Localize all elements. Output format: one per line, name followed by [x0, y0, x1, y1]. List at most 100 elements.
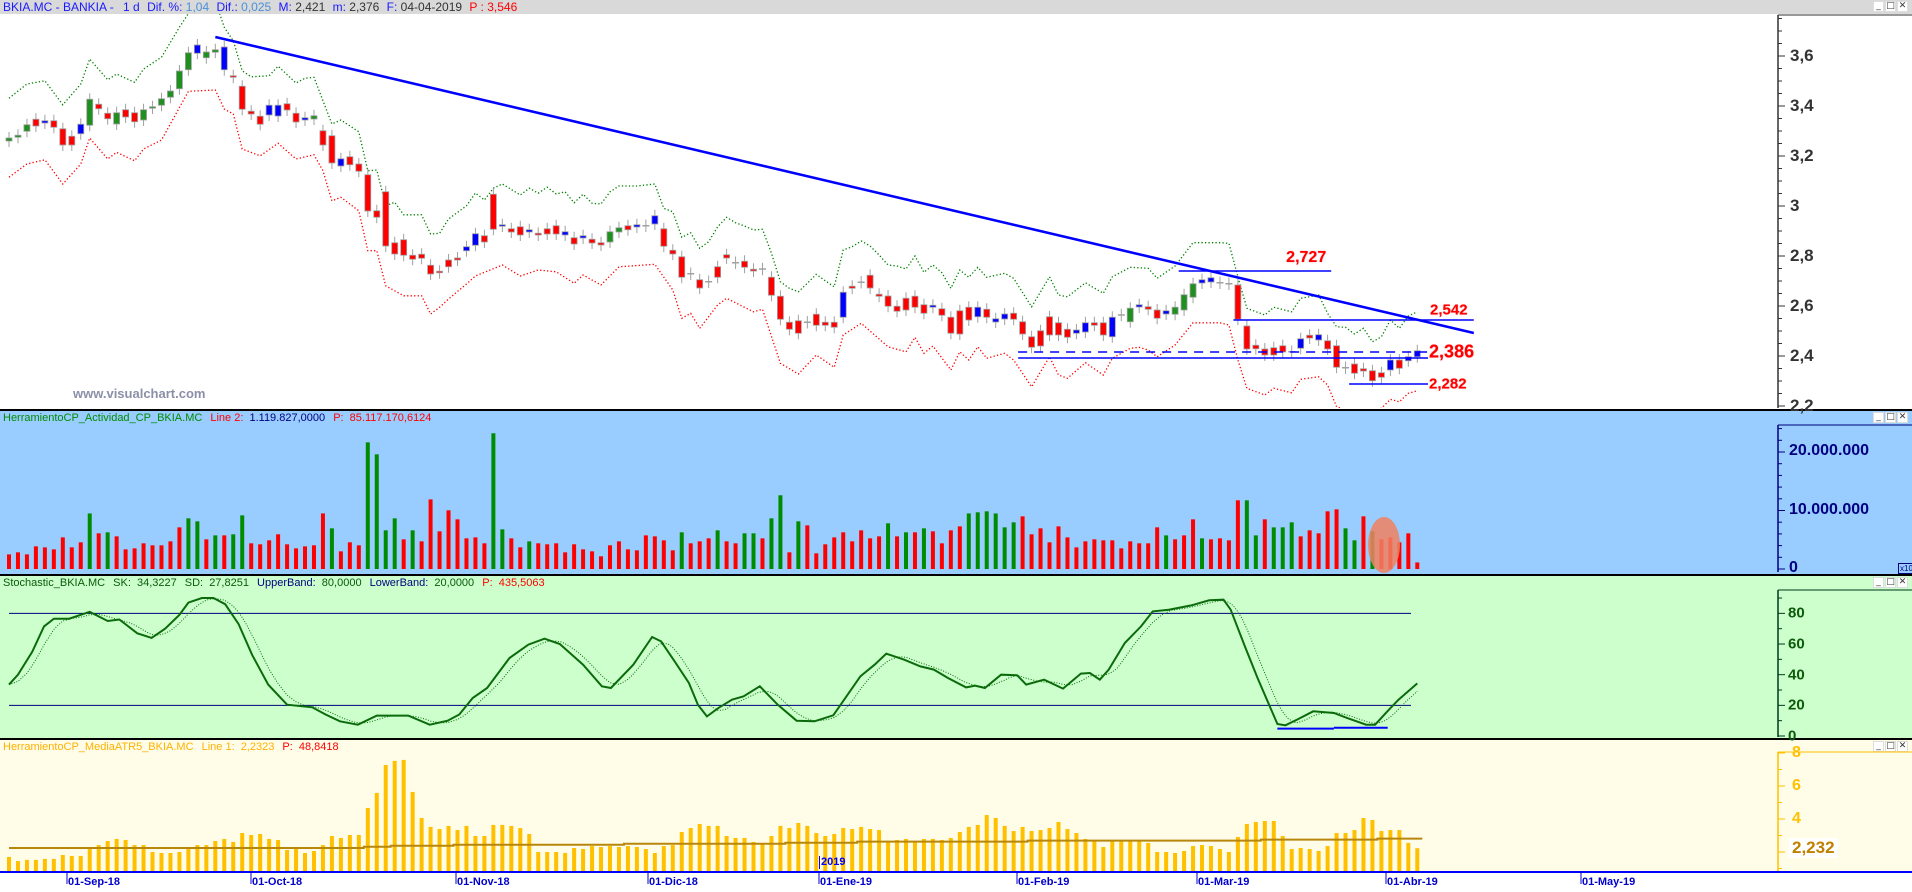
- volume-bar: [473, 537, 478, 569]
- candle-body: [1090, 322, 1098, 326]
- candlestick: [463, 240, 470, 257]
- candlestick: [167, 85, 174, 104]
- candle-body: [1010, 312, 1018, 320]
- candle-body: [875, 293, 883, 297]
- candle-body: [606, 231, 614, 243]
- volume-bar: [1137, 543, 1142, 569]
- candlestick: [705, 275, 713, 288]
- watermark: www.visualchart.com: [73, 386, 206, 401]
- atr-bar: [1289, 849, 1294, 871]
- volume-bar: [518, 547, 523, 569]
- candlestick: [1010, 307, 1018, 326]
- atr-bar: [1146, 842, 1151, 871]
- candle-body: [346, 156, 354, 166]
- volume-bar: [87, 513, 92, 569]
- candlestick: [310, 109, 318, 125]
- atr-bar: [473, 835, 478, 871]
- atr-bar: [347, 835, 352, 871]
- candlestick: [427, 259, 434, 280]
- candlestick: [965, 301, 973, 326]
- atr-bar: [276, 839, 281, 871]
- candlestick: [785, 316, 793, 336]
- volume-bar: [670, 550, 675, 569]
- atr-bar: [814, 833, 819, 871]
- atr-bar: [446, 825, 451, 871]
- atr-bar: [401, 759, 406, 871]
- volume-bar: [975, 512, 980, 569]
- candlestick: [14, 129, 22, 144]
- candle-body: [59, 128, 67, 146]
- candlestick: [1055, 316, 1062, 341]
- atr-bar: [1235, 836, 1240, 871]
- atr-bar: [652, 852, 657, 871]
- atr-bar: [563, 852, 568, 871]
- candlestick: [1234, 279, 1242, 326]
- volume-bar: [706, 538, 711, 569]
- volume-bar: [1262, 519, 1267, 569]
- candlestick: [929, 299, 937, 314]
- candle-body: [220, 46, 228, 71]
- candle-body: [301, 117, 309, 121]
- atr-bar: [311, 851, 316, 871]
- atr-bar: [258, 834, 263, 871]
- volume-bar: [401, 539, 406, 569]
- candlestick: [238, 80, 246, 116]
- atr-bar: [1128, 840, 1133, 871]
- candle-body: [436, 270, 443, 274]
- atr-bar: [1307, 849, 1312, 871]
- trendline: [215, 35, 1475, 335]
- atr-axis-label: 4: [1792, 810, 1801, 827]
- atr-bar: [581, 849, 586, 871]
- atr-bar: [554, 852, 559, 871]
- candlestick: [687, 267, 695, 280]
- candlestick: [1082, 316, 1089, 338]
- atr-bar: [392, 760, 397, 871]
- volume-bar: [1208, 539, 1213, 569]
- volume-bar: [787, 552, 792, 569]
- volume-bar: [868, 538, 873, 569]
- atr-bar: [850, 829, 855, 871]
- volume-bar: [338, 551, 343, 569]
- volume-bar: [1002, 527, 1007, 569]
- candle-body: [1162, 310, 1170, 315]
- atr-bar: [1020, 826, 1025, 871]
- candlestick: [902, 292, 910, 316]
- volume-bar: [177, 527, 182, 569]
- candle-body: [122, 109, 130, 118]
- candle-body: [256, 115, 264, 125]
- volume-bar: [661, 540, 666, 569]
- volume-bar: [33, 546, 38, 569]
- upper-band-line: [8, 14, 1418, 343]
- candle-body: [543, 228, 551, 235]
- volume-bar: [42, 547, 47, 569]
- candle-body: [812, 313, 820, 326]
- stochastic-axis-label: 20: [1788, 696, 1805, 714]
- candle-body: [938, 308, 946, 316]
- atr-bar: [141, 845, 146, 871]
- volume-bar: [1146, 543, 1151, 569]
- candlestick: [893, 300, 901, 318]
- volume-bar: [1244, 500, 1249, 569]
- candlestick: [534, 227, 542, 241]
- volume-bar: [1038, 528, 1043, 569]
- atr-bar: [724, 835, 729, 871]
- volume-bar: [859, 530, 864, 569]
- candle-body: [1333, 345, 1340, 368]
- candlestick: [86, 93, 94, 132]
- candlestick: [1198, 273, 1206, 289]
- atr-bar: [482, 835, 487, 871]
- atr-bar: [1038, 830, 1043, 871]
- volume-bar: [1182, 535, 1187, 569]
- candlestick: [947, 311, 955, 340]
- candle-body: [525, 229, 533, 233]
- candle-body: [364, 174, 372, 212]
- candlestick: [1162, 304, 1170, 320]
- atr-bar: [7, 856, 11, 871]
- candlestick: [938, 302, 946, 322]
- candle-body: [741, 260, 748, 268]
- volume-bar: [383, 530, 388, 569]
- volume-bar: [1343, 528, 1348, 569]
- volume-bar: [455, 519, 460, 569]
- volume-bar: [150, 545, 155, 569]
- candle-body: [41, 120, 49, 124]
